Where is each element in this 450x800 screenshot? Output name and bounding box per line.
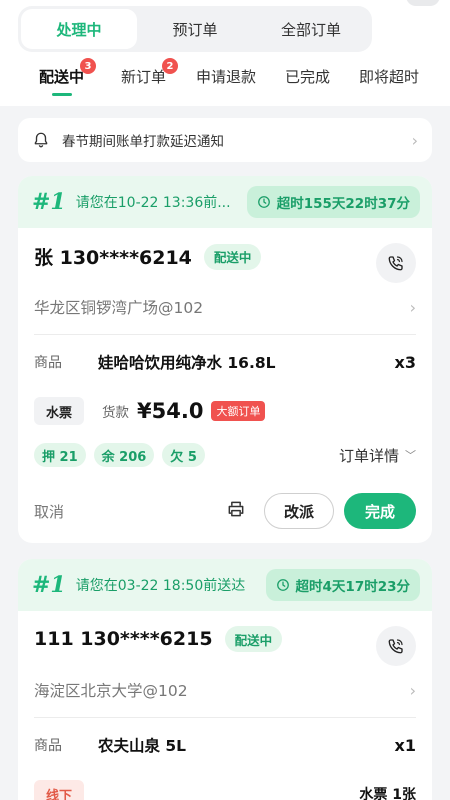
customer-row: 111 130****6215 配送中 [34, 626, 416, 652]
payment-row: 水票 货款 ¥54.0 大额订单 [34, 397, 416, 425]
address-text: 华龙区铜锣湾广场@102 [34, 299, 204, 317]
notice-bar[interactable]: 春节期间账单打款延迟通知 › [18, 118, 432, 162]
goods-quantity: x1 [394, 735, 416, 755]
phone-icon [388, 639, 403, 654]
notice-text: 春节期间账单打款延迟通知 [62, 134, 224, 150]
subtab-near-timeout[interactable]: 即将超时 [359, 66, 419, 87]
chevron-right-icon: › [409, 680, 416, 700]
status-tabs: 配送中 3 新订单 2 申请退款 已完成 即将超时 [0, 58, 450, 100]
divider [34, 334, 416, 335]
divider [34, 717, 416, 718]
owed-chip: 欠 5 [162, 443, 205, 467]
customer-row: 张 130****6214 配送中 [34, 243, 416, 270]
address-row[interactable]: 海淀区北京大学@102 › [34, 679, 416, 701]
clock-icon [276, 579, 289, 591]
overtime-badge: 超时155天22时37分 [246, 186, 420, 218]
overtime-text: 超时155天22时37分 [276, 196, 410, 212]
order-card-header: #1 请您在10-22 13:36前... 超时155天22时37分 [18, 176, 432, 228]
order-number: #1 [32, 572, 66, 598]
overtime-text: 超时4天17时23分 [295, 579, 410, 595]
status-badge: 配送中 [224, 626, 283, 652]
payment-row: 线下 水票 1张 [34, 780, 416, 800]
bucket-stats-row: 押 21 余 206 欠 5 订单详情 ﹀ [34, 443, 416, 467]
subtab-completed[interactable]: 已完成 [285, 66, 330, 87]
printer-icon [228, 501, 244, 517]
status-badge: 配送中 [203, 243, 262, 270]
count-badge: 2 [162, 58, 179, 74]
order-detail-link[interactable]: 订单详情 ﹀ [339, 445, 416, 466]
subtab-label: 新订单 [121, 68, 167, 86]
active-tab-indicator [52, 93, 72, 96]
customer-name-phone: 111 130****6215 [34, 628, 213, 650]
goods-row: 商品 农夫山泉 5L x1 [34, 734, 416, 756]
print-button[interactable] [226, 499, 246, 523]
cancel-button[interactable]: 取消 [34, 501, 64, 522]
payment-label: 货款 [102, 405, 130, 421]
reassign-button[interactable]: 改派 [264, 493, 334, 529]
offline-tag: 线下 [34, 780, 85, 800]
actions-row: 取消 改派 完成 [34, 493, 416, 529]
tab-preorder[interactable]: 预订单 [137, 9, 253, 49]
order-card-header: #1 请您在03-22 18:50前送达 超时4天17时23分 [18, 559, 432, 611]
segment-control: 处理中 预订单 全部订单 [18, 6, 372, 52]
address-text: 海淀区北京大学@102 [34, 682, 188, 700]
payment-amount: ¥54.0 [137, 399, 204, 423]
clock-icon [257, 196, 270, 208]
tab-processing[interactable]: 处理中 [21, 9, 137, 49]
chevron-right-icon: › [409, 297, 416, 317]
call-button[interactable] [376, 626, 416, 666]
order-card: #1 请您在03-22 18:50前送达 超时4天17时23分 111 130*… [18, 559, 432, 800]
chevron-right-icon: › [411, 130, 418, 150]
goods-row: 商品 娃哈哈饮用纯净水 16.8L x3 [34, 351, 416, 373]
bell-icon [34, 132, 48, 148]
complete-button[interactable]: 完成 [344, 493, 416, 529]
big-order-tag: 大额订单 [211, 401, 266, 421]
address-row[interactable]: 华龙区铜锣湾广场@102 › [34, 296, 416, 318]
subtab-new-orders[interactable]: 新订单 2 [121, 58, 179, 87]
subtab-delivering[interactable]: 配送中 3 [39, 58, 97, 87]
remaining-chip: 余 206 [93, 443, 155, 467]
tab-all-orders[interactable]: 全部订单 [253, 9, 369, 49]
subtab-refund[interactable]: 申请退款 [196, 66, 256, 87]
customer-name-phone: 张 130****6214 [34, 247, 192, 269]
deliver-deadline: 请您在03-22 18:50前送达 [75, 578, 246, 594]
subtab-label: 配送中 [39, 68, 85, 86]
chevron-down-icon: ﹀ [405, 449, 416, 462]
phone-icon [388, 256, 403, 271]
count-badge: 3 [80, 58, 97, 74]
order-number: #1 [32, 189, 66, 215]
water-ticket-count: 水票 1张 [359, 787, 416, 800]
order-detail-label: 订单详情 [338, 446, 399, 465]
goods-name: 农夫山泉 5L [98, 737, 187, 755]
overtime-badge: 超时4天17时23分 [265, 569, 420, 601]
goods-name: 娃哈哈饮用纯净水 16.8L [98, 354, 276, 372]
top-right-control[interactable] [406, 0, 440, 6]
water-ticket-tag: 水票 [34, 397, 85, 425]
deliver-deadline: 请您在10-22 13:36前... [75, 195, 231, 211]
call-button[interactable] [376, 243, 416, 283]
goods-quantity: x3 [394, 352, 416, 372]
top-bar: 处理中 预订单 全部订单 配送中 3 新订单 2 申请退款 已完成 即将超时 [0, 0, 450, 106]
goods-label: 商品 [34, 738, 62, 754]
deposit-chip: 押 21 [34, 443, 86, 467]
goods-label: 商品 [34, 355, 62, 371]
order-card: #1 请您在10-22 13:36前... 超时155天22时37分 张 130… [18, 176, 432, 543]
